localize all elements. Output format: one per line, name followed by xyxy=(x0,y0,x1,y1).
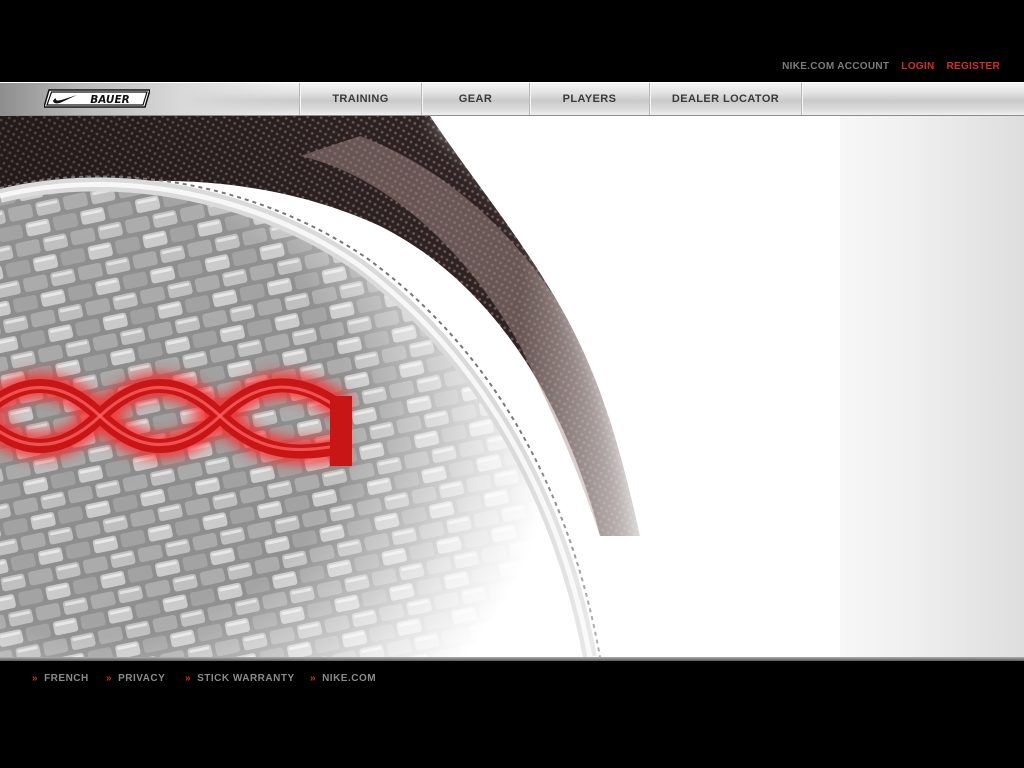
footer-link-label: STICK WARRANTY xyxy=(197,673,295,684)
chevron-right-icon: » xyxy=(106,673,113,684)
footer-divider xyxy=(0,657,1024,661)
account-links: NIKE.COM ACCOUNT LOGIN REGISTER xyxy=(782,61,1000,72)
login-link[interactable]: LOGIN xyxy=(901,61,934,72)
chevron-right-icon: » xyxy=(32,673,39,684)
nike-bauer-logo-icon: BAUER xyxy=(44,89,150,108)
tab-dealer-locator[interactable]: DEALER LOCATOR xyxy=(649,83,801,115)
footer-link-stick-warranty[interactable]: » STICK WARRANTY xyxy=(185,673,295,684)
tab-gear[interactable]: GEAR xyxy=(421,83,529,115)
skate-closeup-illustration xyxy=(0,116,840,657)
tab-players[interactable]: PLAYERS xyxy=(529,83,649,115)
footer-link-label: NIKE.COM xyxy=(322,673,377,684)
footer-link-french[interactable]: » FRENCH xyxy=(32,673,89,684)
chevron-right-icon: » xyxy=(310,673,317,684)
nav-bar: BAUER TRAINING GEAR PLAYERS DEALER LOCAT… xyxy=(0,82,1024,116)
nav-divider xyxy=(801,83,802,115)
footer-link-label: PRIVACY xyxy=(118,673,166,684)
nike-account-link[interactable]: NIKE.COM ACCOUNT xyxy=(782,61,889,72)
chevron-right-icon: » xyxy=(185,673,192,684)
logo-brand-text: BAUER xyxy=(90,94,129,106)
footer-link-nike-com[interactable]: » NIKE.COM xyxy=(310,673,376,684)
footer-links: » FRENCH » PRIVACY » STICK WARRANTY » NIKE.C… xyxy=(0,673,1024,689)
nike-bauer-logo[interactable]: BAUER xyxy=(44,89,150,108)
page: NIKE.COM ACCOUNT LOGIN REGISTER BAUER TR… xyxy=(0,0,1024,768)
register-link[interactable]: REGISTER xyxy=(946,61,1000,72)
footer-link-privacy[interactable]: » PRIVACY xyxy=(106,673,165,684)
footer-link-label: FRENCH xyxy=(44,673,89,684)
hero-image xyxy=(0,116,1024,657)
tab-training[interactable]: TRAINING xyxy=(299,83,421,115)
